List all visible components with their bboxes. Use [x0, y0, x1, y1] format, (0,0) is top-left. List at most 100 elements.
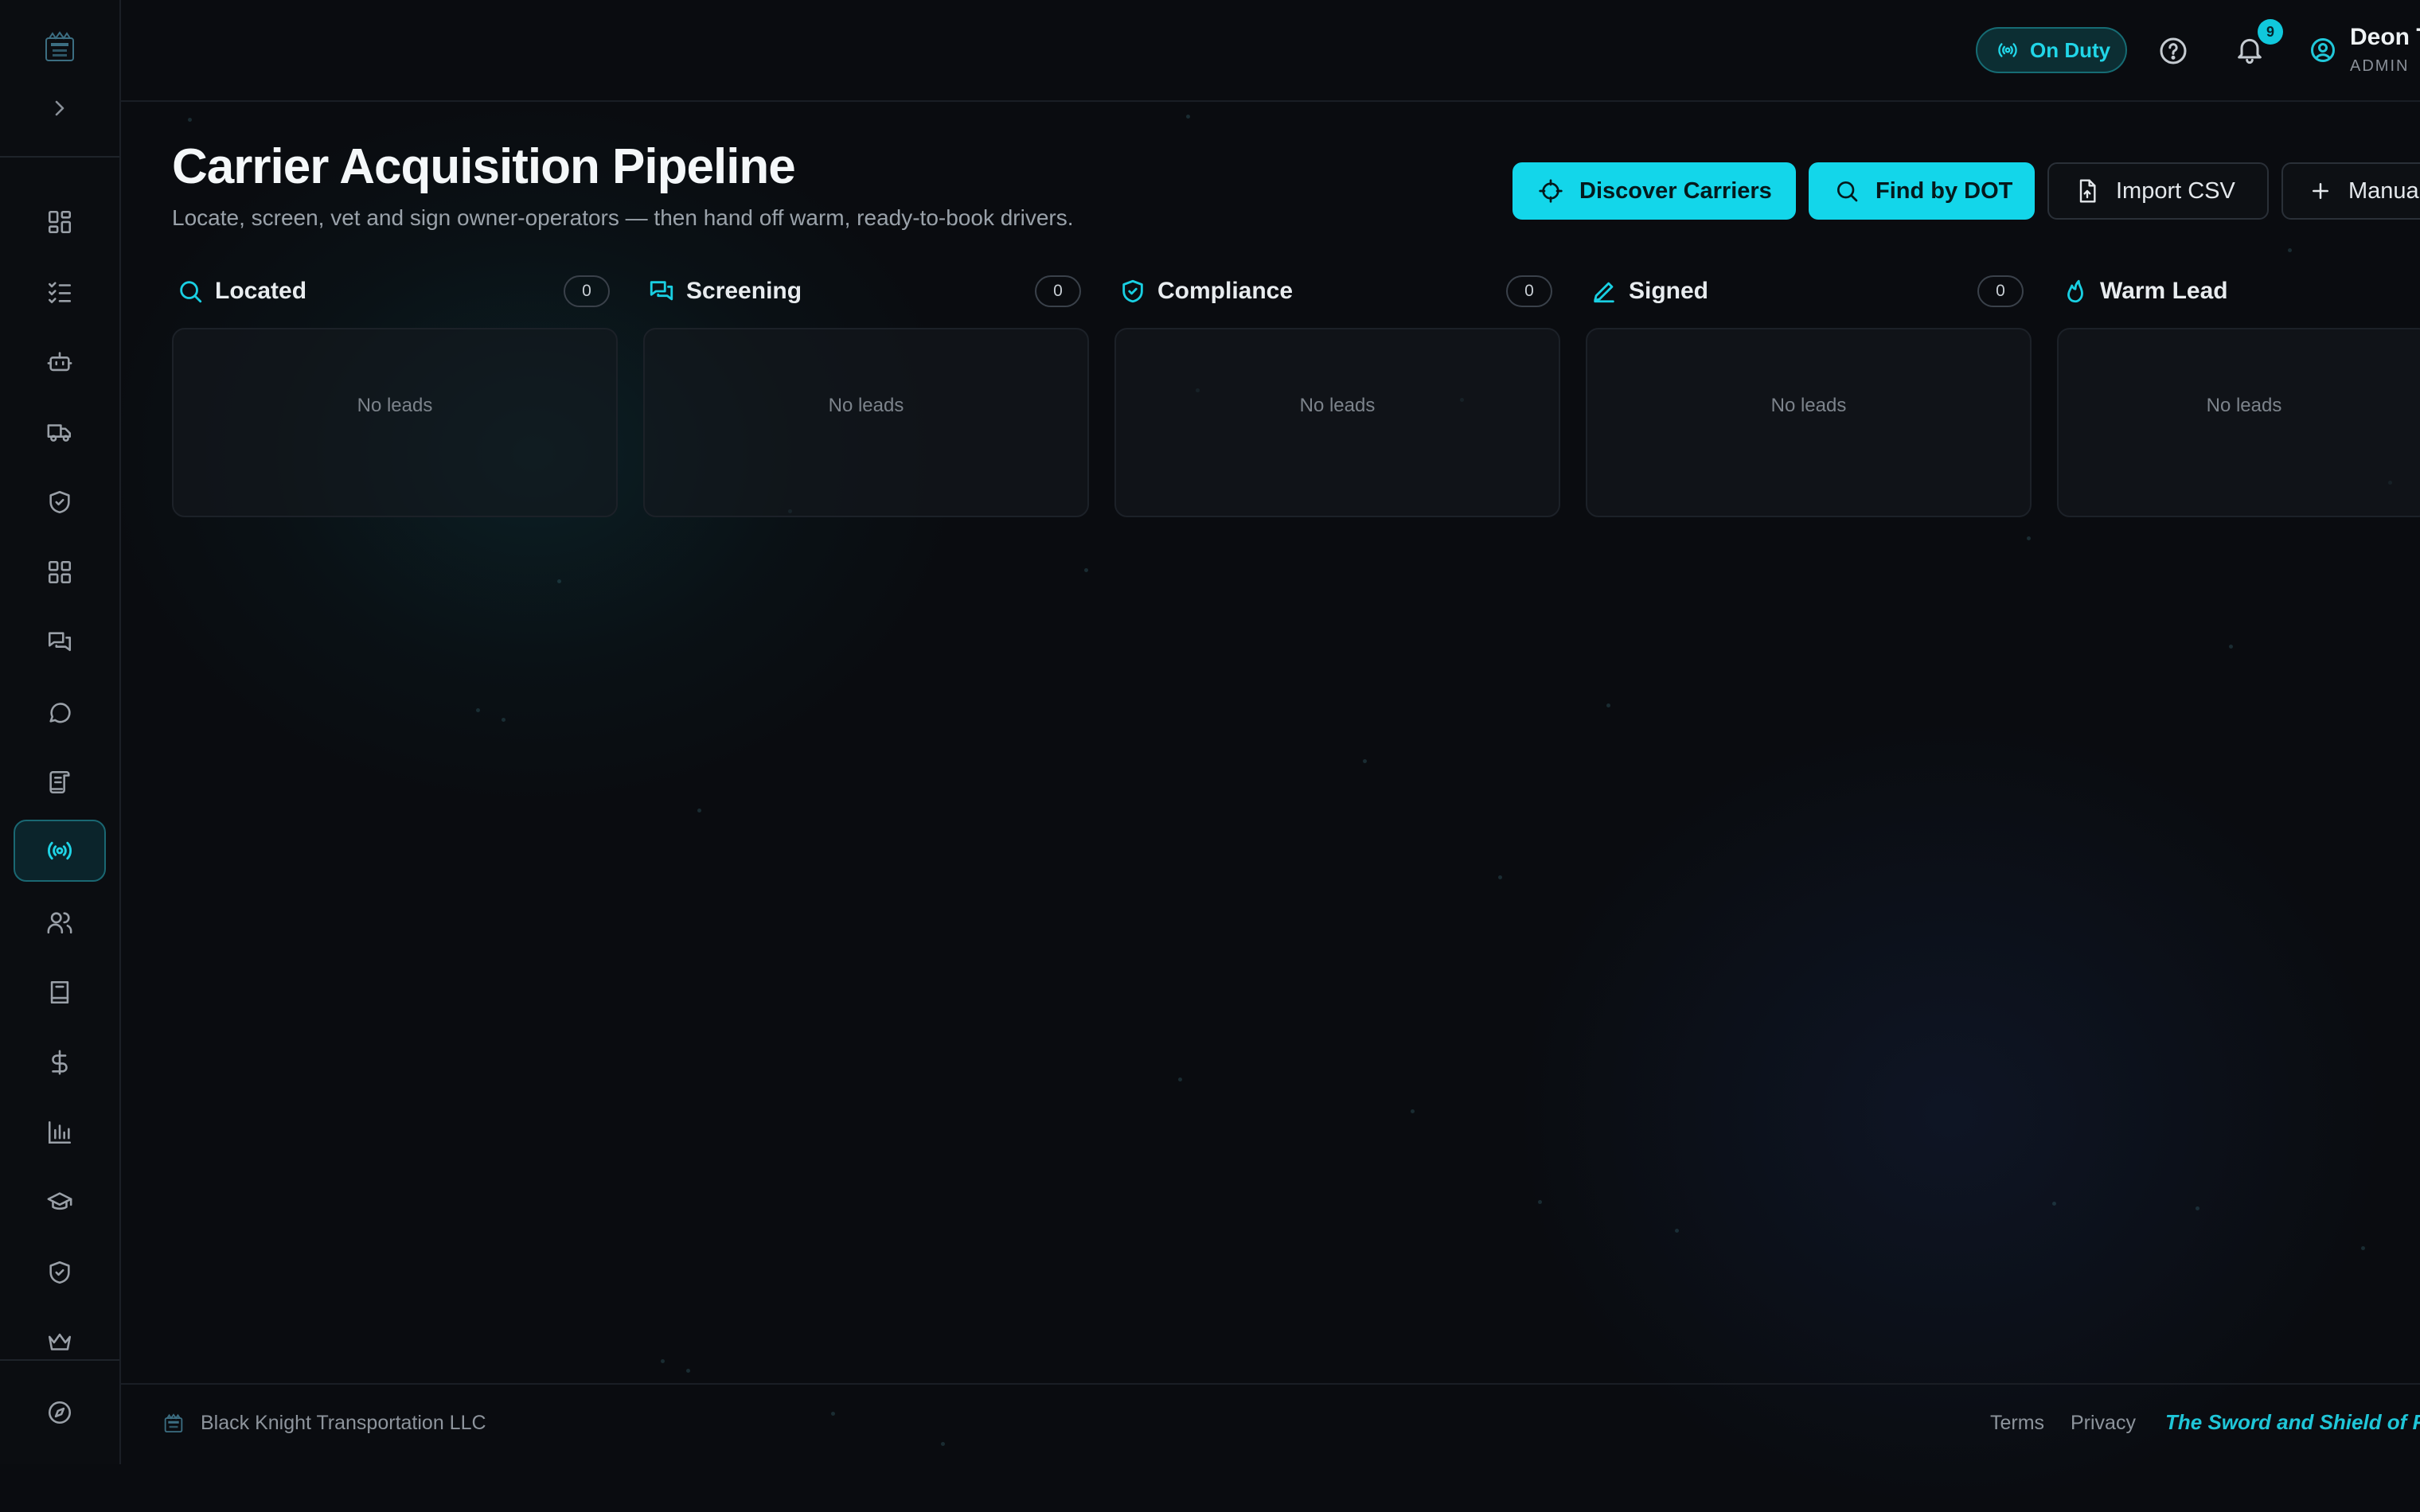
file-upload-icon	[2079, 179, 2096, 203]
crown-icon	[48, 1333, 72, 1350]
company-logo	[162, 1413, 185, 1436]
terms-link[interactable]: Terms	[1990, 1412, 2044, 1435]
user-menu-button[interactable]	[2309, 36, 2337, 64]
import-csv-label: Import CSV	[2116, 177, 2235, 204]
page-subtitle: Locate, screen, vet and sign owner-opera…	[172, 205, 1074, 230]
crosshair-icon	[1539, 179, 1563, 203]
notification-badge: 9	[2258, 19, 2283, 45]
pen-icon	[1594, 282, 1614, 303]
nav-item-dashboard[interactable]	[14, 191, 106, 253]
checklist-icon	[48, 282, 72, 304]
dollar-icon	[52, 1050, 68, 1075]
column-count: 0	[1035, 275, 1081, 307]
user-name[interactable]: Deon T	[2350, 24, 2420, 51]
find-by-dot-button[interactable]: Find by DOT	[1809, 162, 2035, 220]
empty-state-text: No leads	[357, 395, 433, 416]
sidebar-divider	[0, 156, 119, 158]
nav-item-safety[interactable]	[14, 471, 106, 533]
compass-icon	[48, 1401, 72, 1424]
graduation-cap-icon	[47, 1192, 72, 1210]
column-header-screening: Screening	[648, 271, 802, 312]
nav-item-finance[interactable]	[14, 1031, 106, 1093]
discover-carriers-button[interactable]: Discover Carriers	[1512, 162, 1796, 220]
column-title: Signed	[1629, 278, 1709, 304]
column-title: Warm Lead	[2100, 278, 2228, 304]
column-title: Screening	[686, 278, 802, 304]
chevron-right-icon	[55, 100, 64, 116]
duty-status-toggle[interactable]: On Duty	[1976, 27, 2127, 73]
empty-state-text: No leads	[1299, 395, 1376, 416]
radio-broadcast-icon	[1998, 43, 2017, 57]
nav-item-premium[interactable]	[14, 1310, 106, 1358]
find-by-dot-label: Find by DOT	[1876, 177, 2013, 204]
column-dropzone-signed[interactable]: No leads	[1586, 328, 2032, 517]
manual-add-label: Manua	[2348, 177, 2419, 204]
nav-item-contracts[interactable]	[14, 751, 106, 813]
truck-icon	[47, 424, 72, 442]
search-icon	[180, 281, 202, 303]
duty-status-label: On Duty	[2030, 37, 2111, 62]
scroll-icon	[49, 770, 70, 794]
column-dropzone-located[interactable]: No leads	[172, 328, 618, 517]
column-count: 0	[564, 275, 610, 307]
book-icon	[50, 980, 69, 1004]
column-count: 0	[1506, 275, 1552, 307]
shield-check-icon	[49, 490, 70, 514]
column-header-located: Located	[177, 271, 306, 312]
nav-item-users[interactable]	[14, 891, 106, 953]
privacy-link[interactable]: Privacy	[2071, 1412, 2136, 1435]
nav-item-automation[interactable]	[14, 331, 106, 393]
user-circle-icon	[2311, 38, 2335, 62]
column-dropzone-warm-lead[interactable]: No leads	[2057, 328, 2420, 517]
column-dropzone-compliance[interactable]: No leads	[1114, 328, 1560, 517]
column-title: Compliance	[1157, 278, 1294, 304]
column-header-signed: Signed	[1591, 271, 1708, 312]
shield-icon	[49, 1261, 70, 1284]
messages-icon	[650, 281, 673, 301]
users-icon	[47, 912, 72, 934]
empty-state-text: No leads	[2206, 395, 2282, 416]
column-dropzone-screening[interactable]: No leads	[643, 328, 1089, 517]
chat-bubble-icon	[49, 703, 71, 723]
import-csv-button[interactable]: Import CSV	[2047, 162, 2269, 220]
page-title: Carrier Acquisition Pipeline	[172, 139, 796, 194]
nav-item-chat[interactable]	[14, 681, 106, 743]
empty-state-text: No leads	[828, 395, 904, 416]
column-count: 0	[1977, 275, 2024, 307]
expand-sidebar-button[interactable]	[48, 94, 72, 123]
nav-item-analytics[interactable]	[14, 1101, 106, 1163]
knight-crest-logo[interactable]	[41, 30, 78, 67]
plus-icon	[2313, 183, 2328, 199]
shield-check-icon	[1122, 279, 1143, 303]
search-icon	[1837, 181, 1858, 202]
nav-item-carrier-acquisition[interactable]	[14, 820, 106, 882]
nav-item-security[interactable]	[14, 1241, 106, 1304]
column-title: Located	[215, 278, 307, 304]
nav-item-apps[interactable]	[14, 541, 106, 603]
nav-item-docs[interactable]	[14, 961, 106, 1023]
company-name: Black Knight Transportation LLC	[201, 1412, 486, 1434]
help-button[interactable]	[2157, 35, 2192, 67]
help-circle-icon	[2160, 37, 2187, 64]
sidebar	[0, 0, 121, 1464]
empty-state-text: No leads	[1770, 395, 1847, 416]
grid-icon	[48, 560, 72, 584]
nav-item-messages[interactable]	[14, 611, 106, 673]
discover-carriers-label: Discover Carriers	[1579, 177, 1772, 204]
nav-item-training[interactable]	[14, 1171, 106, 1233]
flame-icon	[2067, 279, 2083, 303]
nav-item-tasks[interactable]	[14, 261, 106, 323]
nav-item-loads[interactable]	[14, 401, 106, 463]
nav-item-explore[interactable]	[14, 1381, 106, 1444]
column-header-compliance: Compliance	[1119, 271, 1293, 312]
bot-icon	[47, 352, 72, 372]
dashboard-icon	[48, 210, 72, 234]
radio-broadcast-icon	[48, 841, 72, 860]
company-tagline: The Sword and Shield of Fr	[2165, 1410, 2420, 1434]
manual-add-button[interactable]: Manua	[2281, 162, 2420, 220]
sidebar-divider	[0, 1359, 119, 1361]
column-header-warm-lead: Warm Lead	[2062, 271, 2228, 312]
messages-icon	[48, 632, 72, 652]
bar-chart-icon	[48, 1120, 72, 1144]
user-role: ADMIN	[2350, 57, 2410, 75]
